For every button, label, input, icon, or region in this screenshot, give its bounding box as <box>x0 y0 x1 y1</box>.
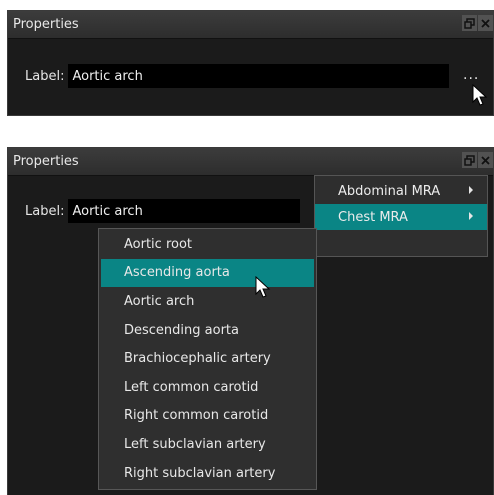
submenu-item-label: Chest MRA <box>338 209 408 225</box>
chevron-right-icon <box>469 212 473 220</box>
submenu-item-abdominal-mra[interactable]: Abdominal MRA <box>315 178 487 204</box>
menu-item-aortic-arch[interactable]: Aortic arch <box>99 287 316 316</box>
panel-titlebar[interactable]: Properties <box>8 11 493 39</box>
anatomy-menu: Aortic root Ascending aorta Aortic arch … <box>98 228 317 490</box>
ellipsis-button[interactable]: ... <box>463 67 479 83</box>
float-icon[interactable] <box>462 152 477 168</box>
float-icon[interactable] <box>462 15 477 31</box>
menu-item-aortic-root[interactable]: Aortic root <box>99 230 316 259</box>
menu-item-left-common-carotid[interactable]: Left common carotid <box>99 373 316 402</box>
arrow-cursor-icon <box>255 276 271 298</box>
menu-item-right-subclavian-artery[interactable]: Right subclavian artery <box>99 459 316 488</box>
chevron-right-icon <box>469 186 473 194</box>
label-row: Label: Aortic arch <box>25 64 450 88</box>
menu-item-right-common-carotid[interactable]: Right common carotid <box>99 402 316 431</box>
menu-item-left-subclavian-artery[interactable]: Left subclavian artery <box>99 430 316 459</box>
panel-titlebar[interactable]: Properties <box>8 148 493 176</box>
titlebar-buttons <box>461 15 493 31</box>
submenu-item-label: Abdominal MRA <box>338 183 441 199</box>
titlebar-buttons <box>461 152 493 168</box>
close-icon[interactable] <box>478 152 493 168</box>
properties-panel-bottom: Properties Label: Aortic arch Abdominal … <box>7 147 494 495</box>
label-field[interactable]: Aortic arch <box>68 199 301 223</box>
properties-panel-top: Properties Label: Aortic arch ... <box>7 10 494 116</box>
close-icon[interactable] <box>478 15 493 31</box>
menu-item-brachiocephalic-artery[interactable]: Brachiocephalic artery <box>99 344 316 373</box>
submenu-item-chest-mra[interactable]: Chest MRA <box>315 204 487 230</box>
label-caption: Label: <box>25 68 65 84</box>
category-submenu: Abdominal MRA Chest MRA <box>314 175 488 257</box>
arrow-cursor-icon <box>472 84 488 106</box>
panel-title: Properties <box>13 154 79 169</box>
menu-item-ascending-aorta[interactable]: Ascending aorta <box>101 258 314 288</box>
label-caption: Label: <box>25 203 65 219</box>
label-field[interactable]: Aortic arch <box>68 64 450 88</box>
panel-title: Properties <box>13 17 79 32</box>
label-row: Label: Aortic arch <box>25 199 301 223</box>
menu-item-descending-aorta[interactable]: Descending aorta <box>99 316 316 345</box>
